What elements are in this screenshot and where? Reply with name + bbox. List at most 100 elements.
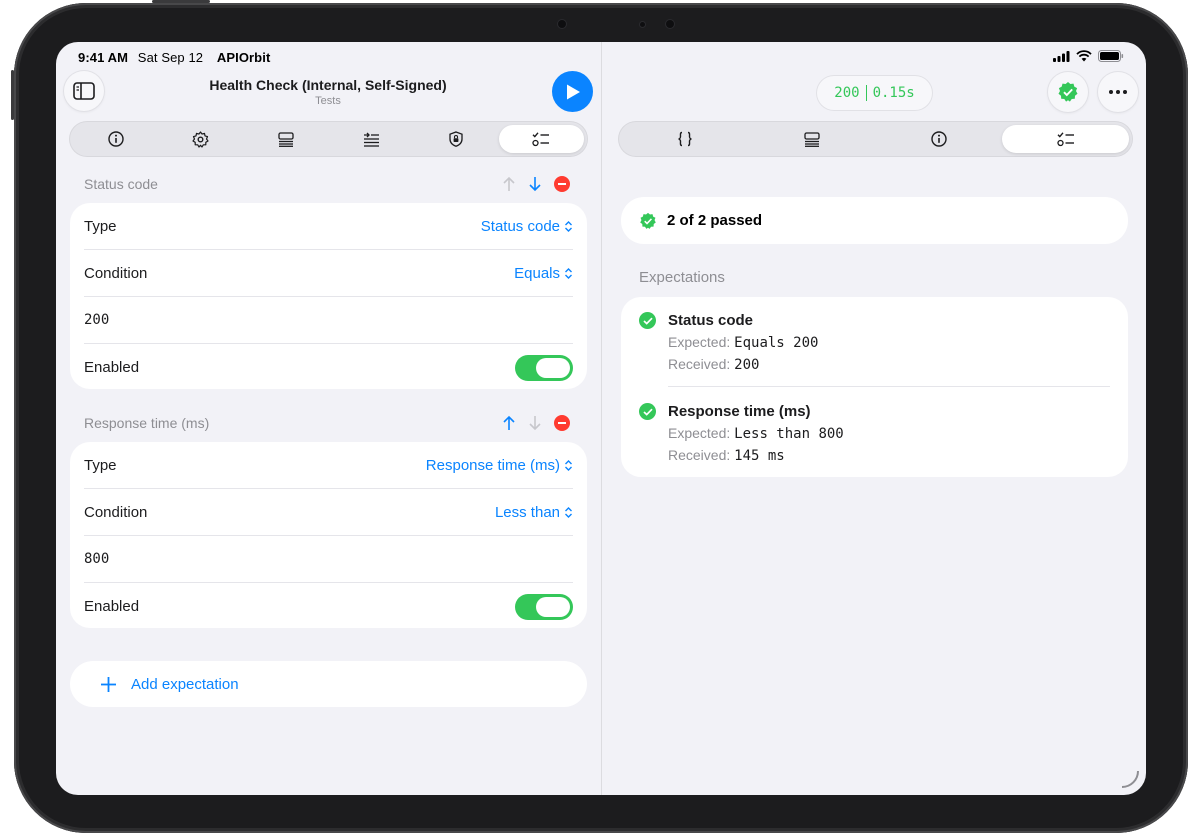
- received-line: Received: 200: [668, 356, 1110, 373]
- expected-value-field[interactable]: 800: [84, 551, 109, 567]
- condition-label: Condition: [84, 264, 148, 282]
- expectation-header: Status code: [84, 176, 158, 192]
- tab-tests[interactable]: [1002, 125, 1129, 153]
- tab-info[interactable]: [73, 125, 158, 153]
- enabled-toggle[interactable]: [515, 593, 573, 620]
- checkmark-seal-icon: [1058, 82, 1078, 102]
- expected-label: Expected:: [668, 334, 731, 350]
- type-picker[interactable]: Response time (ms): [426, 457, 573, 474]
- sidebar-toggle-button[interactable]: [64, 71, 104, 111]
- run-request-button[interactable]: [552, 71, 593, 112]
- type-row[interactable]: Type Response time (ms): [84, 442, 573, 489]
- request-subtitle: Tests: [315, 95, 341, 107]
- enabled-label: Enabled: [84, 598, 140, 615]
- type-label: Type: [84, 456, 117, 474]
- expectation-reorder-controls: [502, 415, 570, 431]
- delete-expectation-button[interactable]: [554, 415, 570, 431]
- condition-picker[interactable]: Less than: [495, 504, 573, 521]
- type-value: Status code: [480, 217, 560, 235]
- enabled-row: Enabled: [84, 583, 573, 630]
- expectation-reorder-controls: [502, 176, 570, 192]
- add-expectation-label: Add expectation: [131, 675, 239, 693]
- expectation-header: Response time (ms): [84, 415, 210, 431]
- status-bar-right: [1053, 50, 1124, 62]
- expected-value-field[interactable]: 200: [84, 312, 109, 328]
- plus-icon: [101, 676, 116, 692]
- pill-separator: [865, 85, 867, 101]
- chevron-up-down-icon: [565, 220, 572, 232]
- status-app-name: APIOrbit: [216, 50, 271, 65]
- checkmark-seal-icon: [640, 212, 656, 229]
- expectations-section-title: Expectations: [639, 269, 725, 286]
- request-tabs: [70, 122, 587, 156]
- move-up-icon[interactable]: [502, 415, 516, 431]
- add-expectation-button[interactable]: Add expectation: [70, 661, 587, 707]
- side-button: [11, 70, 14, 120]
- info-icon: [931, 131, 947, 147]
- expectation-result: Response time (ms) Expected: Less than 8…: [639, 403, 1110, 464]
- type-value: Response time (ms): [425, 456, 560, 474]
- sidebar-icon: [73, 82, 95, 100]
- enabled-label: Enabled: [84, 359, 140, 376]
- tab-json[interactable]: [622, 125, 749, 153]
- tests-icon: [1056, 132, 1074, 147]
- battery-icon: [1098, 50, 1124, 62]
- split-view-divider: [601, 42, 602, 795]
- received-value: 200: [734, 357, 760, 373]
- app-screen: 9:41 AM Sat Sep 12 APIOrbit Health Check…: [56, 42, 1146, 795]
- condition-row[interactable]: Condition Less than: [84, 489, 573, 536]
- condition-picker[interactable]: Equals: [514, 265, 573, 282]
- received-label: Received:: [668, 356, 731, 372]
- tab-info[interactable]: [876, 125, 1003, 153]
- request-title: Health Check (Internal, Self-Signed): [209, 77, 447, 93]
- result-title: Status code: [668, 312, 754, 329]
- tab-body[interactable]: [243, 125, 328, 153]
- received-value: 145 ms: [734, 448, 785, 464]
- response-status-pill: 200 0.15s: [817, 76, 932, 110]
- type-picker[interactable]: Status code: [481, 218, 573, 235]
- chevron-up-down-icon: [565, 506, 572, 518]
- auth-shield-icon: [449, 131, 463, 147]
- wifi-icon: [1076, 50, 1092, 62]
- move-up-icon[interactable]: [502, 176, 516, 192]
- condition-value: Less than: [494, 503, 560, 521]
- tests-status-button[interactable]: [1048, 72, 1088, 112]
- front-camera: [558, 20, 566, 28]
- expectation-card: Type Status code Condition Equals 200 En…: [70, 203, 587, 389]
- gear-icon: [192, 130, 209, 148]
- response-tabs: [619, 122, 1132, 156]
- tab-headers[interactable]: [329, 125, 414, 153]
- body-icon: [278, 131, 294, 147]
- delete-expectation-button[interactable]: [554, 176, 570, 192]
- received-line: Received: 145 ms: [668, 447, 1110, 464]
- condition-value: Equals: [514, 264, 560, 282]
- move-down-icon[interactable]: [528, 176, 542, 192]
- expected-value: Equals 200: [734, 335, 819, 351]
- status-date: Sat Sep 12: [137, 50, 204, 65]
- condition-label: Condition: [84, 503, 148, 521]
- request-title-block: Health Check (Internal, Self-Signed) Tes…: [156, 77, 500, 107]
- tab-settings[interactable]: [158, 125, 243, 153]
- tab-tests[interactable]: [498, 125, 585, 153]
- enabled-toggle[interactable]: [515, 354, 573, 381]
- divider: [668, 386, 1110, 387]
- move-down-icon[interactable]: [528, 415, 542, 431]
- minus-icon: [558, 183, 566, 185]
- sensor: [666, 20, 674, 28]
- more-options-button[interactable]: [1098, 72, 1138, 112]
- info-icon: [107, 131, 124, 147]
- expected-value: Less than 800: [734, 426, 844, 442]
- play-icon: [566, 84, 580, 99]
- cellular-signal-icon: [1053, 50, 1070, 62]
- chevron-up-down-icon: [565, 267, 572, 279]
- tab-auth[interactable]: [414, 125, 499, 153]
- expected-line: Expected: Less than 800: [668, 425, 1110, 442]
- tab-body[interactable]: [749, 125, 876, 153]
- value-row[interactable]: 200: [84, 297, 573, 344]
- value-row[interactable]: 800: [84, 536, 573, 583]
- check-circle-icon: [639, 403, 656, 420]
- type-row[interactable]: Type Status code: [84, 203, 573, 250]
- check-circle-icon: [639, 312, 656, 329]
- condition-row[interactable]: Condition Equals: [84, 250, 573, 297]
- status-bar-left: 9:41 AM Sat Sep 12 APIOrbit: [78, 50, 276, 65]
